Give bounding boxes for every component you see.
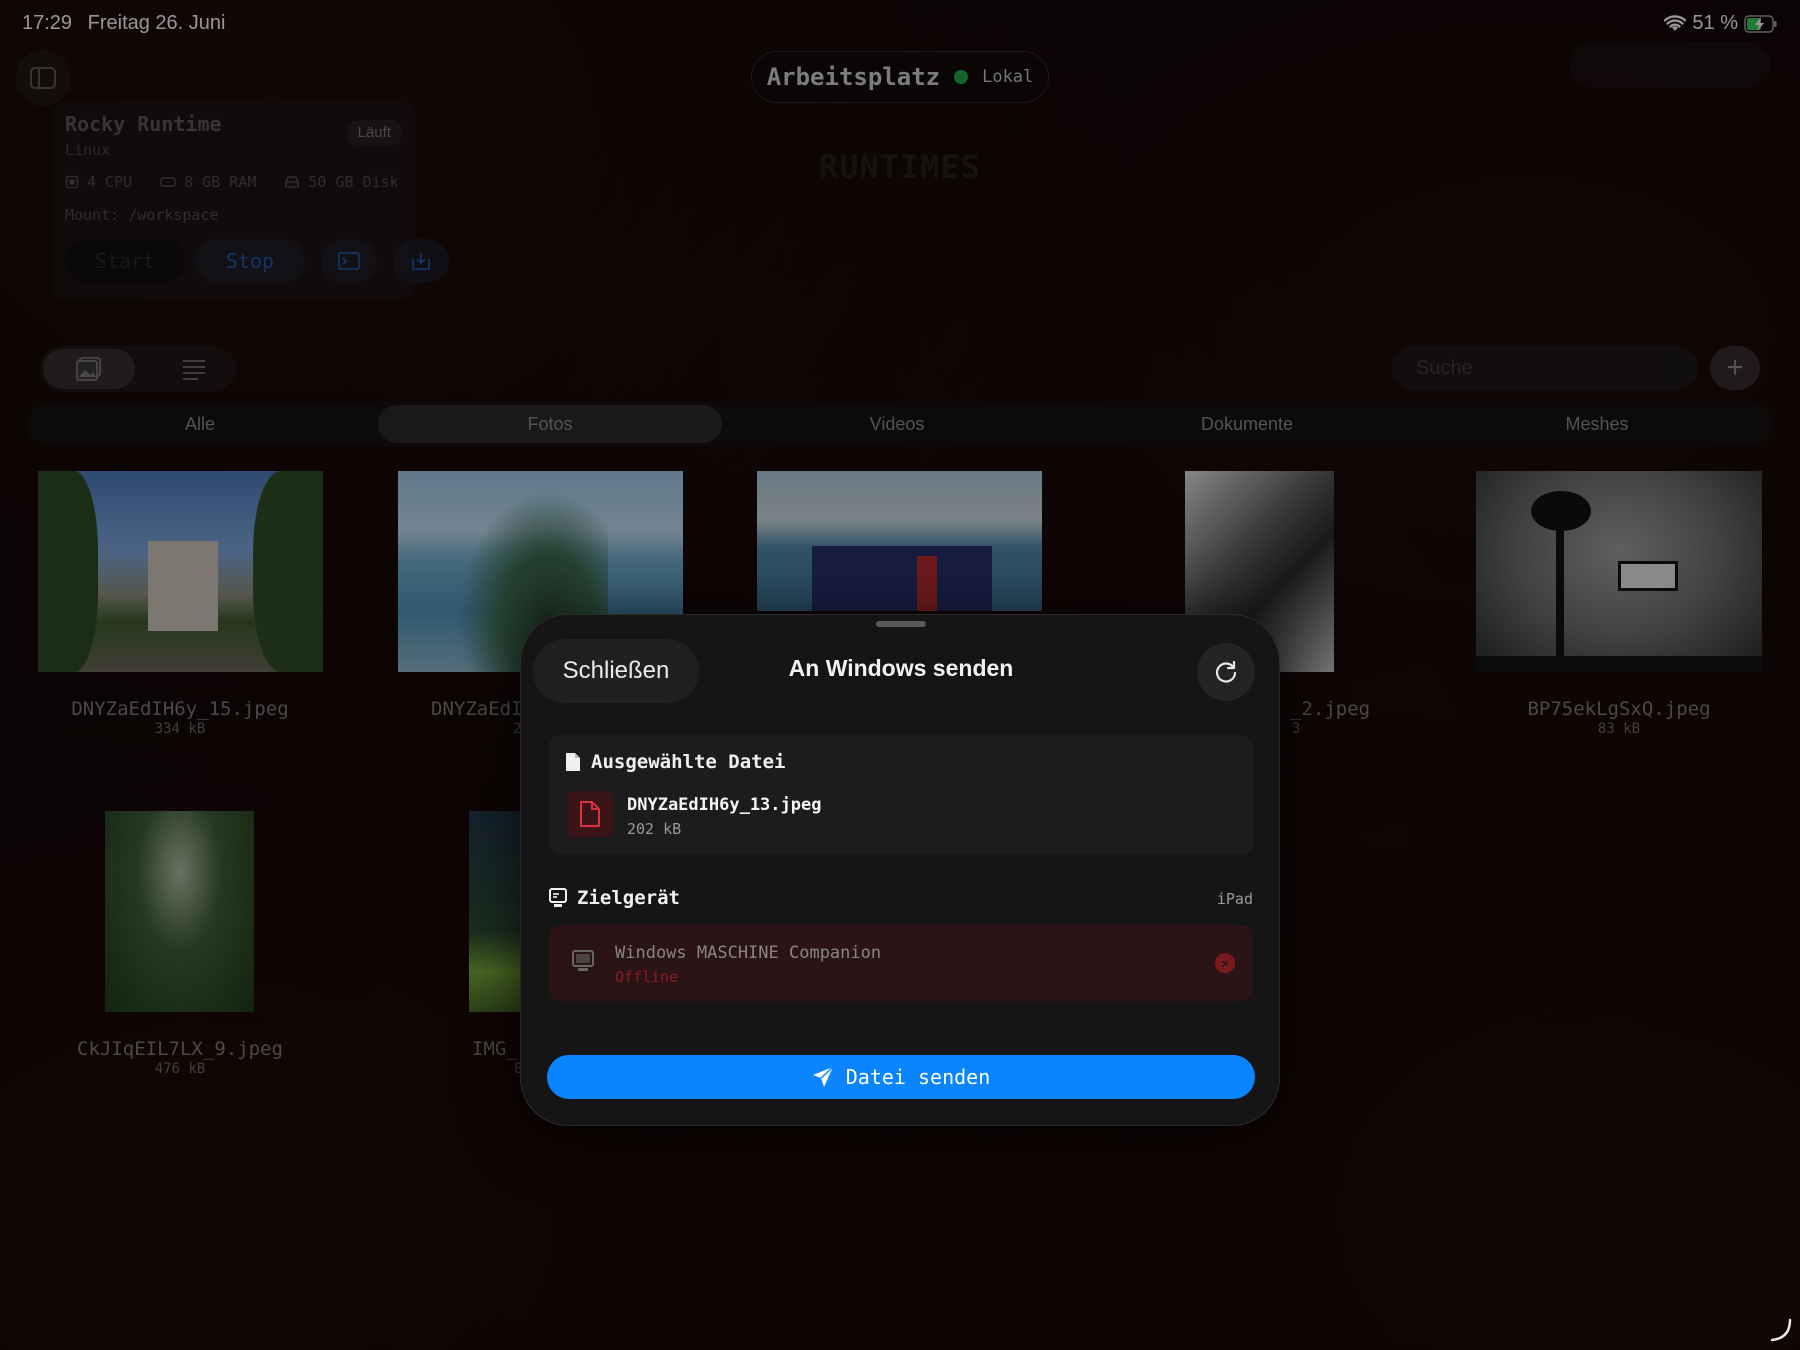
sheet-title: An Windows senden [788, 655, 1014, 681]
offline-x-icon: × [1215, 953, 1235, 973]
file-icon [580, 801, 600, 827]
document-icon [566, 753, 580, 771]
device-row-windows[interactable]: Windows MASCHINE Companion Offline × [549, 925, 1253, 1001]
target-header: Zielgerät [577, 887, 680, 909]
refresh-icon [1215, 660, 1237, 683]
send-to-windows-sheet: Schließen An Windows senden Ausgewählte … [520, 614, 1280, 1126]
selected-file-name: DNYZaEdIH6y_13.jpeg [627, 795, 822, 815]
file-type-badge [567, 791, 613, 837]
selected-file-size: 202 kB [627, 820, 682, 838]
device-status: Offline [615, 968, 679, 986]
current-device-label: iPad [1216, 890, 1253, 908]
computer-icon [572, 950, 594, 971]
desktop-icon [549, 888, 567, 907]
send-file-label: Datei senden [845, 1065, 991, 1089]
device-name: Windows MASCHINE Companion [615, 943, 882, 963]
resize-corner-icon [1770, 1318, 1792, 1342]
send-file-button[interactable]: Datei senden [547, 1055, 1255, 1099]
selected-file-card: Ausgewählte Datei DNYZaEdIH6y_13.jpeg 20… [549, 735, 1253, 855]
sheet-grabber[interactable] [876, 621, 926, 627]
paperplane-icon [812, 1066, 834, 1087]
selected-file-header: Ausgewählte Datei [591, 751, 786, 773]
refresh-button[interactable] [1197, 643, 1255, 701]
